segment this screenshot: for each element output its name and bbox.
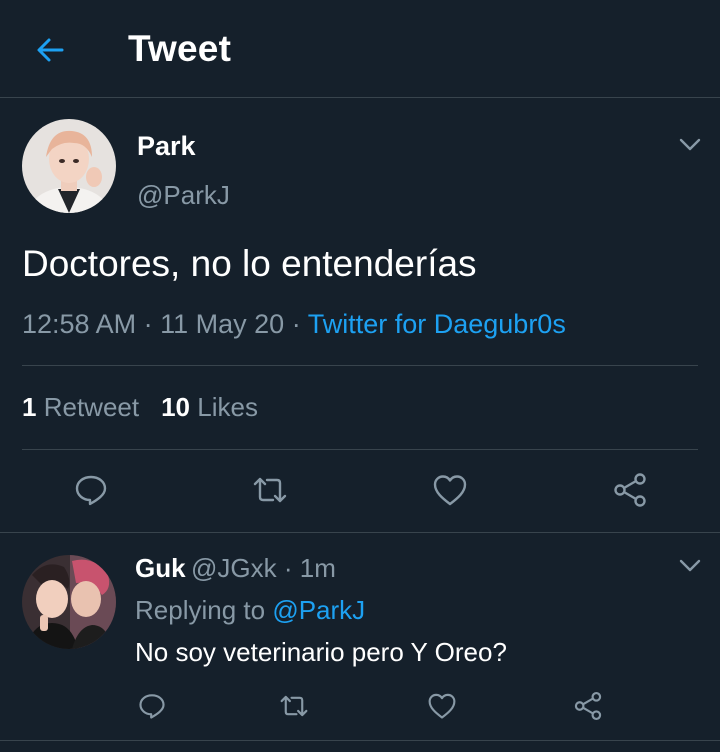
- share-icon: [574, 692, 602, 720]
- tweet-menu-button[interactable]: [675, 130, 705, 160]
- meta-separator: ·: [283, 553, 293, 583]
- tweet-text: Doctores, no lo entenderías: [22, 243, 477, 284]
- share-button[interactable]: [566, 684, 610, 728]
- like-button[interactable]: [428, 468, 472, 512]
- author-handle[interactable]: @ParkJ: [137, 180, 230, 211]
- likes-stat[interactable]: 10 Likes: [161, 392, 258, 422]
- tweet-time: 12:58 AM: [22, 309, 137, 339]
- replying-to-mention[interactable]: @ParkJ: [272, 595, 365, 625]
- reply-author-name[interactable]: Guk: [135, 553, 186, 584]
- retweet-button[interactable]: [248, 468, 292, 512]
- meta-separator: ·: [143, 309, 153, 339]
- divider: [0, 532, 720, 533]
- retweets-stat[interactable]: 1 Retweet: [22, 392, 139, 422]
- retweet-button[interactable]: [272, 684, 316, 728]
- retweet-icon: [253, 477, 287, 503]
- reply-button[interactable]: [130, 684, 174, 728]
- reply-text: No soy veterinario pero Y Oreo?: [135, 637, 507, 667]
- author-name[interactable]: Park: [137, 131, 196, 162]
- reply-avatar[interactable]: [22, 555, 116, 649]
- tweet-date: 11 May 20: [160, 309, 285, 339]
- avatar-image: [22, 555, 116, 649]
- reply-age: 1m: [299, 553, 336, 583]
- reply-menu-button[interactable]: [675, 551, 705, 581]
- retweets-count: 1: [22, 392, 37, 422]
- reply-icon: [75, 475, 107, 506]
- like-icon: [433, 475, 467, 506]
- divider: [0, 740, 720, 741]
- likes-label: Likes: [197, 392, 258, 422]
- chevron-down-icon: [679, 559, 701, 572]
- arrow-left-icon: [37, 38, 64, 62]
- reply-meta: @JGxk · 1m: [191, 553, 336, 584]
- reply-author-handle[interactable]: @JGxk: [191, 553, 277, 583]
- page-title: Tweet: [128, 28, 232, 69]
- tweet-source-link[interactable]: Twitter for Daegubr0s: [308, 309, 566, 339]
- avatar-image: [22, 119, 116, 213]
- like-button[interactable]: [420, 684, 464, 728]
- divider: [22, 449, 698, 450]
- reply-button[interactable]: [69, 468, 113, 512]
- likes-count: 10: [161, 392, 191, 422]
- tweet-stats: 1 Retweet 10 Likes: [22, 392, 258, 423]
- replying-to-label: Replying to: [135, 595, 266, 625]
- back-button[interactable]: [30, 30, 70, 70]
- top-bar: Tweet: [0, 0, 720, 98]
- replying-to: Replying to @ParkJ: [135, 595, 365, 626]
- meta-separator: ·: [291, 309, 301, 339]
- retweets-label: Retweet: [43, 392, 140, 422]
- share-button[interactable]: [608, 468, 652, 512]
- share-icon: [614, 473, 646, 507]
- tweet-meta: 12:58 AM · 11 May 20 · Twitter for Daegu…: [22, 309, 566, 340]
- like-icon: [428, 693, 456, 719]
- avatar[interactable]: [22, 119, 116, 213]
- reply-icon: [139, 694, 165, 719]
- chevron-down-icon: [679, 138, 701, 151]
- divider: [22, 365, 698, 366]
- retweet-icon: [280, 695, 308, 717]
